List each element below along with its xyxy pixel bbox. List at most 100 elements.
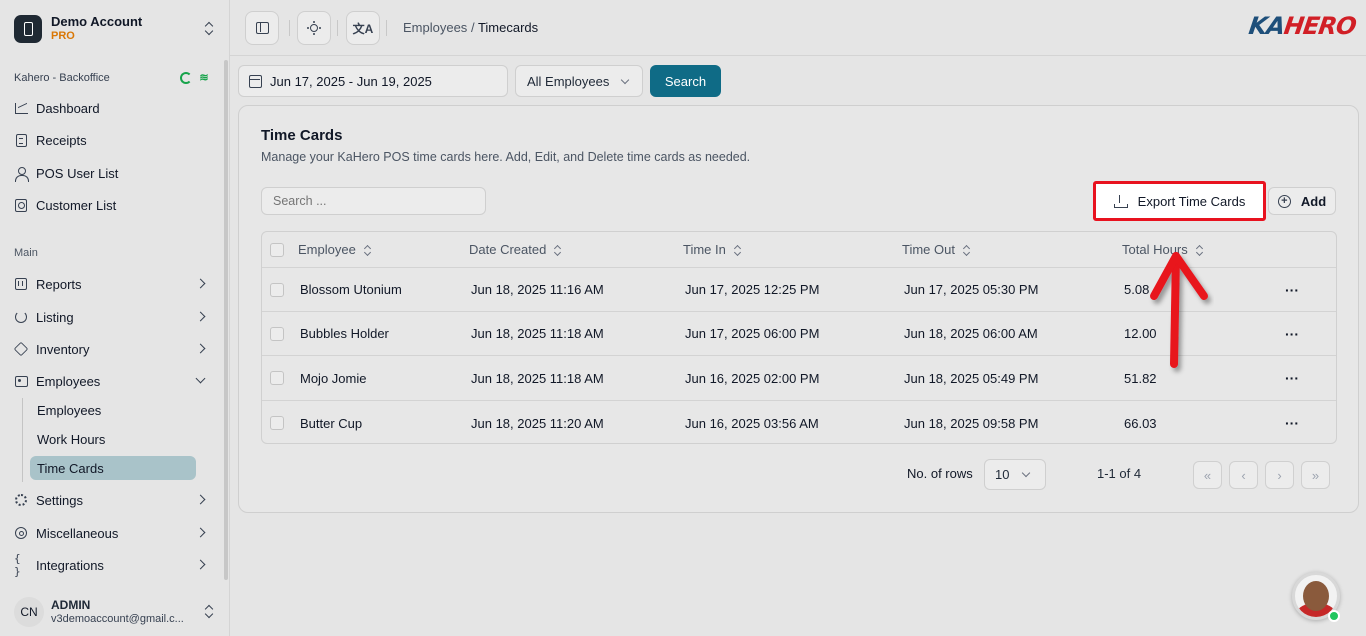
account-switcher[interactable]: Demo Account PRO (14, 14, 216, 44)
employee-filter-select[interactable]: All Employees (515, 65, 643, 97)
row-checkbox[interactable] (270, 416, 284, 430)
date-range-value: Jun 17, 2025 - Jun 19, 2025 (270, 73, 432, 89)
section-label-main: Main (14, 247, 38, 259)
contact-card-icon (14, 198, 28, 212)
breadcrumb-separator: / (470, 20, 475, 35)
date-range-picker[interactable]: Jun 17, 2025 - Jun 19, 2025 (238, 65, 508, 97)
column-header-total-hours[interactable]: Total Hours (1122, 232, 1204, 267)
table-header-row: Employee Date Created Time In Time Out T… (262, 232, 1336, 268)
sidebar-item-miscellaneous[interactable]: Miscellaneous (14, 521, 212, 545)
chart-icon (14, 101, 28, 115)
sun-icon (310, 24, 318, 32)
sort-icon (1196, 244, 1204, 256)
row-actions-menu-icon[interactable]: ··· (1285, 312, 1299, 355)
sidebar-subitem-time-cards[interactable]: Time Cards (30, 456, 196, 480)
export-button-label: Export Time Cards (1137, 193, 1246, 209)
sidebar-item-inventory[interactable]: Inventory (13, 337, 212, 361)
table-row[interactable]: Bubbles Holder Jun 18, 2025 11:18 AM Jun… (262, 312, 1336, 356)
cell-employee: Butter Cup (300, 415, 363, 431)
row-actions-menu-icon[interactable]: ··· (1285, 401, 1299, 443)
sidebar-scrollbar[interactable] (224, 60, 228, 580)
sidebar-item-label: Integrations (36, 557, 104, 573)
top-bar: 文A Employees / Timecards KAHERO (230, 0, 1366, 56)
logo-part: HERO (1282, 12, 1358, 40)
wifi-icon: ≋ (199, 72, 209, 84)
sidebar-item-employees[interactable]: Employees (14, 369, 212, 393)
time-cards-table: Employee Date Created Time In Time Out T… (261, 231, 1337, 444)
sidebar-subitem-work-hours[interactable]: Work Hours (30, 427, 196, 451)
toggle-sidebar-button[interactable] (245, 11, 279, 45)
add-button[interactable]: + Add (1268, 187, 1336, 215)
chevron-right-icon (195, 494, 206, 505)
page-info: 1-1 of 4 (1097, 466, 1142, 481)
sync-icon[interactable] (180, 72, 192, 84)
cell-date-created: Jun 18, 2025 11:18 AM (471, 370, 604, 386)
column-header-employee[interactable]: Employee (298, 232, 372, 267)
last-page-button[interactable]: » (1301, 461, 1330, 489)
column-header-time-out[interactable]: Time Out (902, 232, 971, 267)
sidebar-item-pos-user-list[interactable]: POS User List (14, 161, 212, 185)
divider (386, 20, 387, 36)
cell-time-in: Jun 17, 2025 12:25 PM (685, 282, 820, 297)
export-time-cards-button[interactable]: Export Time Cards (1093, 181, 1266, 221)
user-menu[interactable]: CN ADMIN v3demoaccount@gmail.c... (14, 596, 216, 628)
breadcrumb-current: Timecards (477, 20, 539, 35)
sidebar-item-customer-list[interactable]: Customer List (14, 193, 212, 217)
sidebar-item-label: Dashboard (36, 100, 100, 116)
cell-employee: Bubbles Holder (300, 326, 389, 341)
row-actions-menu-icon[interactable]: ··· (1285, 268, 1299, 311)
plus-circle-icon: + (1277, 194, 1291, 208)
language-button[interactable]: 文A (346, 11, 380, 45)
select-all-checkbox[interactable] (270, 243, 284, 257)
gear-icon (14, 493, 28, 507)
sidebar-item-integrations[interactable]: { } Integrations (14, 552, 212, 578)
sidebar-item-label: POS User List (36, 165, 119, 181)
column-header-date-created[interactable]: Date Created (469, 232, 562, 267)
misc-icon (14, 526, 28, 540)
sidebar-item-label: Receipts (36, 132, 87, 148)
row-checkbox[interactable] (270, 371, 284, 385)
column-header-time-in[interactable]: Time In (683, 232, 742, 267)
row-checkbox[interactable] (270, 327, 284, 341)
table-row[interactable]: Blossom Utonium Jun 18, 2025 11:16 AM Ju… (262, 268, 1336, 312)
table-row[interactable]: Butter Cup Jun 18, 2025 11:20 AM Jun 16,… (262, 401, 1336, 443)
chevron-down-icon (1021, 468, 1031, 478)
row-checkbox[interactable] (270, 283, 284, 297)
calendar-icon (249, 74, 262, 88)
search-button[interactable]: Search (650, 65, 721, 97)
column-header-label: Time Out (902, 242, 955, 257)
sidebar-item-listing[interactable]: Listing (14, 305, 212, 329)
sidebar-item-reports[interactable]: Reports (14, 272, 212, 296)
cell-time-out: Jun 18, 2025 05:49 PM (904, 370, 1039, 386)
receipt-icon (14, 133, 28, 147)
table-row[interactable]: Mojo Jomie Jun 18, 2025 11:18 AM Jun 16,… (262, 356, 1336, 401)
rows-per-page-label: No. of rows (907, 466, 973, 481)
breadcrumb-parent[interactable]: Employees (403, 20, 467, 35)
sidebar-subitem-employees[interactable]: Employees (30, 398, 196, 422)
sidebar-item-receipts[interactable]: Receipts (14, 128, 212, 152)
column-header-label: Date Created (469, 242, 547, 257)
chevron-right-icon (195, 527, 206, 538)
cell-time-out: Jun 18, 2025 09:58 PM (904, 415, 1039, 431)
sidebar-panel-icon (255, 22, 269, 34)
chevron-right-icon (195, 311, 206, 322)
sidebar-item-dashboard[interactable]: Dashboard (14, 96, 212, 120)
search-input[interactable] (261, 187, 486, 215)
rows-per-page-select[interactable]: 10 (984, 459, 1046, 490)
row-actions-menu-icon[interactable]: ··· (1285, 356, 1299, 400)
cell-total-hours: 51.82 (1124, 370, 1157, 386)
chevron-down-icon (195, 373, 206, 384)
logo-part: KA (1247, 12, 1287, 40)
next-page-button[interactable]: › (1265, 461, 1294, 489)
previous-page-button[interactable]: ‹ (1229, 461, 1258, 489)
cell-time-in: Jun 17, 2025 06:00 PM (685, 326, 820, 341)
braces-icon: { } (14, 552, 21, 578)
first-page-button[interactable]: « (1193, 461, 1222, 489)
device-icon (14, 15, 42, 43)
add-button-label: Add (1300, 193, 1327, 209)
cell-time-in: Jun 16, 2025 03:56 AM (685, 415, 819, 431)
cell-date-created: Jun 18, 2025 11:18 AM (471, 326, 604, 341)
submenu-guide-line (22, 398, 23, 482)
sidebar-item-settings[interactable]: Settings (14, 488, 212, 512)
theme-toggle-button[interactable] (297, 11, 331, 45)
